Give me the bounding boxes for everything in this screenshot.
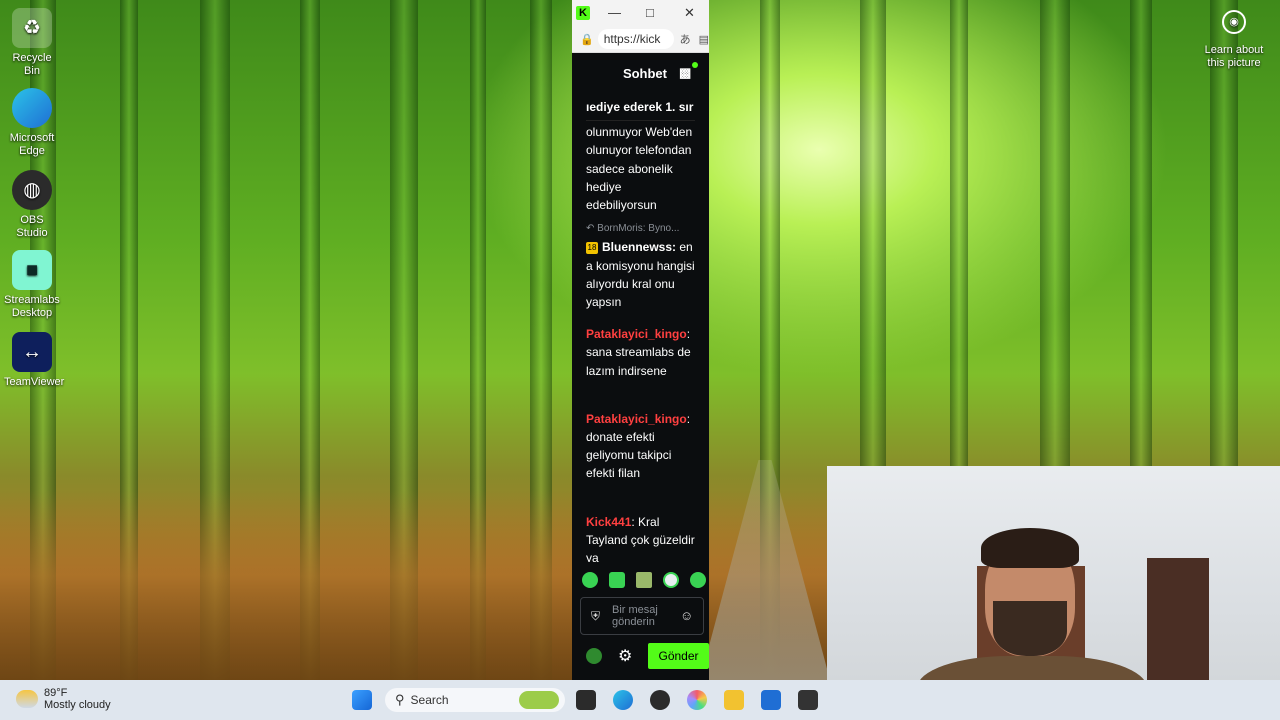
camera-icon: ◉	[1222, 10, 1246, 34]
desktop-icon-label: TeamViewer	[4, 376, 65, 388]
desktop-icon-teamviewer[interactable]: ↔ TeamViewer	[4, 332, 64, 389]
desktop-icon-label: Recycle Bin	[12, 52, 52, 77]
emote-icon[interactable]	[663, 572, 679, 588]
file-explorer-icon[interactable]	[724, 690, 744, 710]
streamlabs-icon: ■	[12, 250, 52, 290]
chat-message: Kick441: Kral Tayland çok güzeldir ya	[572, 513, 709, 562]
store-icon[interactable]	[761, 690, 781, 710]
chat-header: Sohbet ▩	[572, 53, 709, 93]
send-button[interactable]: Gönder	[648, 643, 709, 669]
reply-text: BornMoris: Byno...	[597, 223, 680, 235]
divider	[586, 120, 695, 122]
address-bar: 🔒 https://kick あ ▤	[572, 26, 709, 53]
close-icon[interactable]: ✕	[684, 5, 695, 21]
send-label: Gönder	[658, 649, 699, 663]
chat-message: Pataklayici_kingo: sana streamlabs de la…	[572, 325, 709, 380]
search-label: Search	[410, 693, 449, 707]
edge-icon	[12, 88, 52, 128]
weather-condition: Mostly cloudy	[44, 699, 111, 711]
person-hair	[981, 528, 1079, 568]
obs-taskbar-icon[interactable]	[650, 690, 670, 710]
reader-icon[interactable]: ▤	[699, 33, 709, 46]
copilot-icon[interactable]	[687, 690, 707, 710]
desktop-icon-streamlabs[interactable]: ■ Streamlabs Desktop	[4, 250, 60, 320]
chat-message: ıediye ederek 1. sır	[572, 98, 709, 116]
desktop-icon-recycle-bin[interactable]: ♻ Recycle Bin	[4, 8, 60, 78]
emote-icon[interactable]	[609, 572, 625, 588]
message-text: ıediye ederek 1. sır	[586, 100, 694, 114]
kick-logo-icon: K	[576, 6, 590, 20]
weather-icon	[16, 690, 38, 708]
desktop-icon-label: Streamlabs Desktop	[4, 294, 60, 319]
chat-message: Pataklayici_kingo: donate efekti geliyom…	[572, 410, 709, 483]
username[interactable]: Kick441	[586, 515, 631, 529]
url-text: https://kick	[603, 32, 661, 46]
emote-icon[interactable]	[690, 572, 706, 588]
taskbar	[0, 680, 1280, 720]
person-beard	[993, 601, 1067, 656]
url-field[interactable]: https://kick	[597, 29, 674, 49]
maximize-icon[interactable]: □	[646, 5, 654, 20]
username[interactable]: Pataklayici_kingo	[586, 412, 687, 426]
taskbar-search[interactable]: ⚲ Search	[385, 688, 565, 712]
emoji-icon[interactable]: ☺	[680, 609, 693, 622]
emote-bar	[582, 572, 706, 588]
chat-message: olunmuyor Web'den olunuyor telefondan sa…	[572, 123, 709, 214]
learn-about-label: Learn about this picture	[1204, 44, 1264, 69]
task-view-icon[interactable]	[576, 690, 596, 710]
recycle-bin-icon: ♻	[12, 8, 52, 48]
app-icon[interactable]	[798, 690, 818, 710]
username[interactable]: Pataklayici_kingo	[586, 327, 687, 341]
chat-input-placeholder: Bir mesaj gönderin	[612, 604, 658, 628]
chat-messages: ıediye ederek 1. sır olunmuyor Web'den o…	[572, 96, 709, 562]
desktop-icon-edge[interactable]: Microsoft Edge	[4, 88, 60, 158]
chat-users-icon[interactable]: ▩	[679, 62, 698, 81]
desktop-icon-label: Microsoft Edge	[9, 132, 55, 157]
search-icon: ⚲	[395, 692, 405, 707]
obs-icon: ◍	[12, 170, 52, 210]
username[interactable]: Bluennewss:	[602, 240, 676, 254]
weather-widget[interactable]: 89°F Mostly cloudy	[16, 687, 111, 711]
title-bar: K — □ ✕	[572, 0, 709, 26]
kick-coin-icon[interactable]	[586, 648, 602, 664]
search-highlight-icon	[519, 691, 559, 709]
chat-input[interactable]: ⛨ Bir mesaj gönderin ☺	[580, 597, 704, 635]
reply-context: ↶ BornMoris: Byno...	[586, 223, 680, 235]
desktop-icon-label: OBS Studio	[16, 214, 48, 239]
lock-icon: 🔒	[580, 33, 594, 46]
desktop-icon-obs[interactable]: ◍ OBS Studio	[4, 170, 60, 240]
browser-window: K — □ ✕ 🔒 https://kick あ ▤ Sohbet ▩ ıedi…	[572, 0, 709, 680]
teamviewer-icon: ↔	[12, 332, 52, 372]
edge-taskbar-icon[interactable]	[613, 690, 633, 710]
emote-icon[interactable]	[582, 572, 598, 588]
start-icon[interactable]	[352, 690, 372, 710]
learn-about-picture[interactable]: ◉ Learn about this picture	[1198, 10, 1270, 70]
message-text: olunmuyor Web'den olunuyor telefondan sa…	[586, 125, 693, 213]
chat-message: 18 Bluennewss: en a komisyonu hangisi alı…	[572, 238, 709, 311]
temperature: 89°F	[44, 687, 68, 699]
shield-icon[interactable]: ⛨	[591, 610, 600, 622]
minimize-icon[interactable]: —	[608, 5, 621, 20]
translate-icon[interactable]: あ	[680, 31, 691, 47]
subscriber-badge: 18	[586, 242, 598, 255]
emote-icon[interactable]	[636, 572, 652, 588]
gear-icon[interactable]: ⚙	[618, 646, 632, 666]
chat-title: Sohbet	[622, 65, 667, 81]
